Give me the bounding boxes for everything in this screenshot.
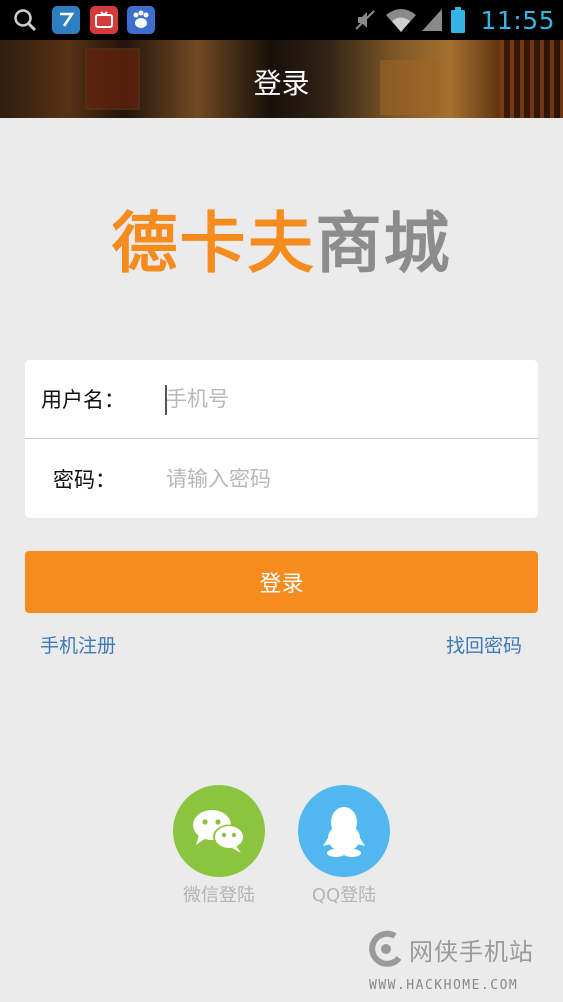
password-label: 密码： bbox=[53, 467, 116, 492]
qq-login-label: QQ登陆 bbox=[311, 885, 377, 906]
signal-icon bbox=[422, 9, 443, 31]
app-icon-1 bbox=[52, 6, 80, 34]
logo-part-1: 德卡夫 bbox=[111, 205, 316, 282]
username-label: 用户名： bbox=[41, 388, 125, 412]
clock: 11:55 bbox=[480, 5, 555, 35]
brand-logo: 德卡夫商城 bbox=[0, 204, 563, 284]
forgot-password-link[interactable]: 找回密码 bbox=[446, 631, 522, 658]
mute-icon bbox=[355, 10, 376, 30]
register-link[interactable]: 手机注册 bbox=[40, 631, 116, 658]
header-banner: 登录 bbox=[0, 40, 563, 118]
wechat-icon bbox=[193, 810, 245, 853]
login-button[interactable]: 登录 bbox=[25, 551, 538, 613]
watermark-logo-icon bbox=[369, 930, 402, 967]
wechat-login-label: 微信登陆 bbox=[183, 885, 255, 906]
search-icon[interactable] bbox=[12, 7, 38, 33]
logo-part-2: 商城 bbox=[315, 205, 452, 282]
username-input[interactable] bbox=[166, 379, 526, 419]
wifi-icon bbox=[386, 9, 417, 32]
battery-icon bbox=[451, 7, 466, 33]
watermark-text: 网侠手机站 bbox=[409, 938, 534, 966]
baidu-icon bbox=[127, 6, 155, 34]
watermark: 网侠手机站 WWW.HACKHOME.COM bbox=[365, 926, 555, 996]
qq-login-button[interactable] bbox=[298, 785, 390, 877]
wechat-login-button[interactable] bbox=[173, 785, 265, 877]
password-input[interactable] bbox=[166, 458, 526, 499]
status-right: 11:55 bbox=[352, 0, 563, 40]
tv-app-icon bbox=[90, 6, 118, 34]
username-row: 用户名： bbox=[25, 360, 538, 439]
page-title: 登录 bbox=[253, 67, 310, 100]
watermark-url: WWW.HACKHOME.COM bbox=[369, 978, 519, 993]
login-form: 用户名： 密码： bbox=[25, 360, 538, 518]
qq-icon bbox=[323, 807, 365, 857]
status-bar: 11:55 bbox=[0, 0, 563, 40]
password-row: 密码： bbox=[25, 439, 538, 518]
